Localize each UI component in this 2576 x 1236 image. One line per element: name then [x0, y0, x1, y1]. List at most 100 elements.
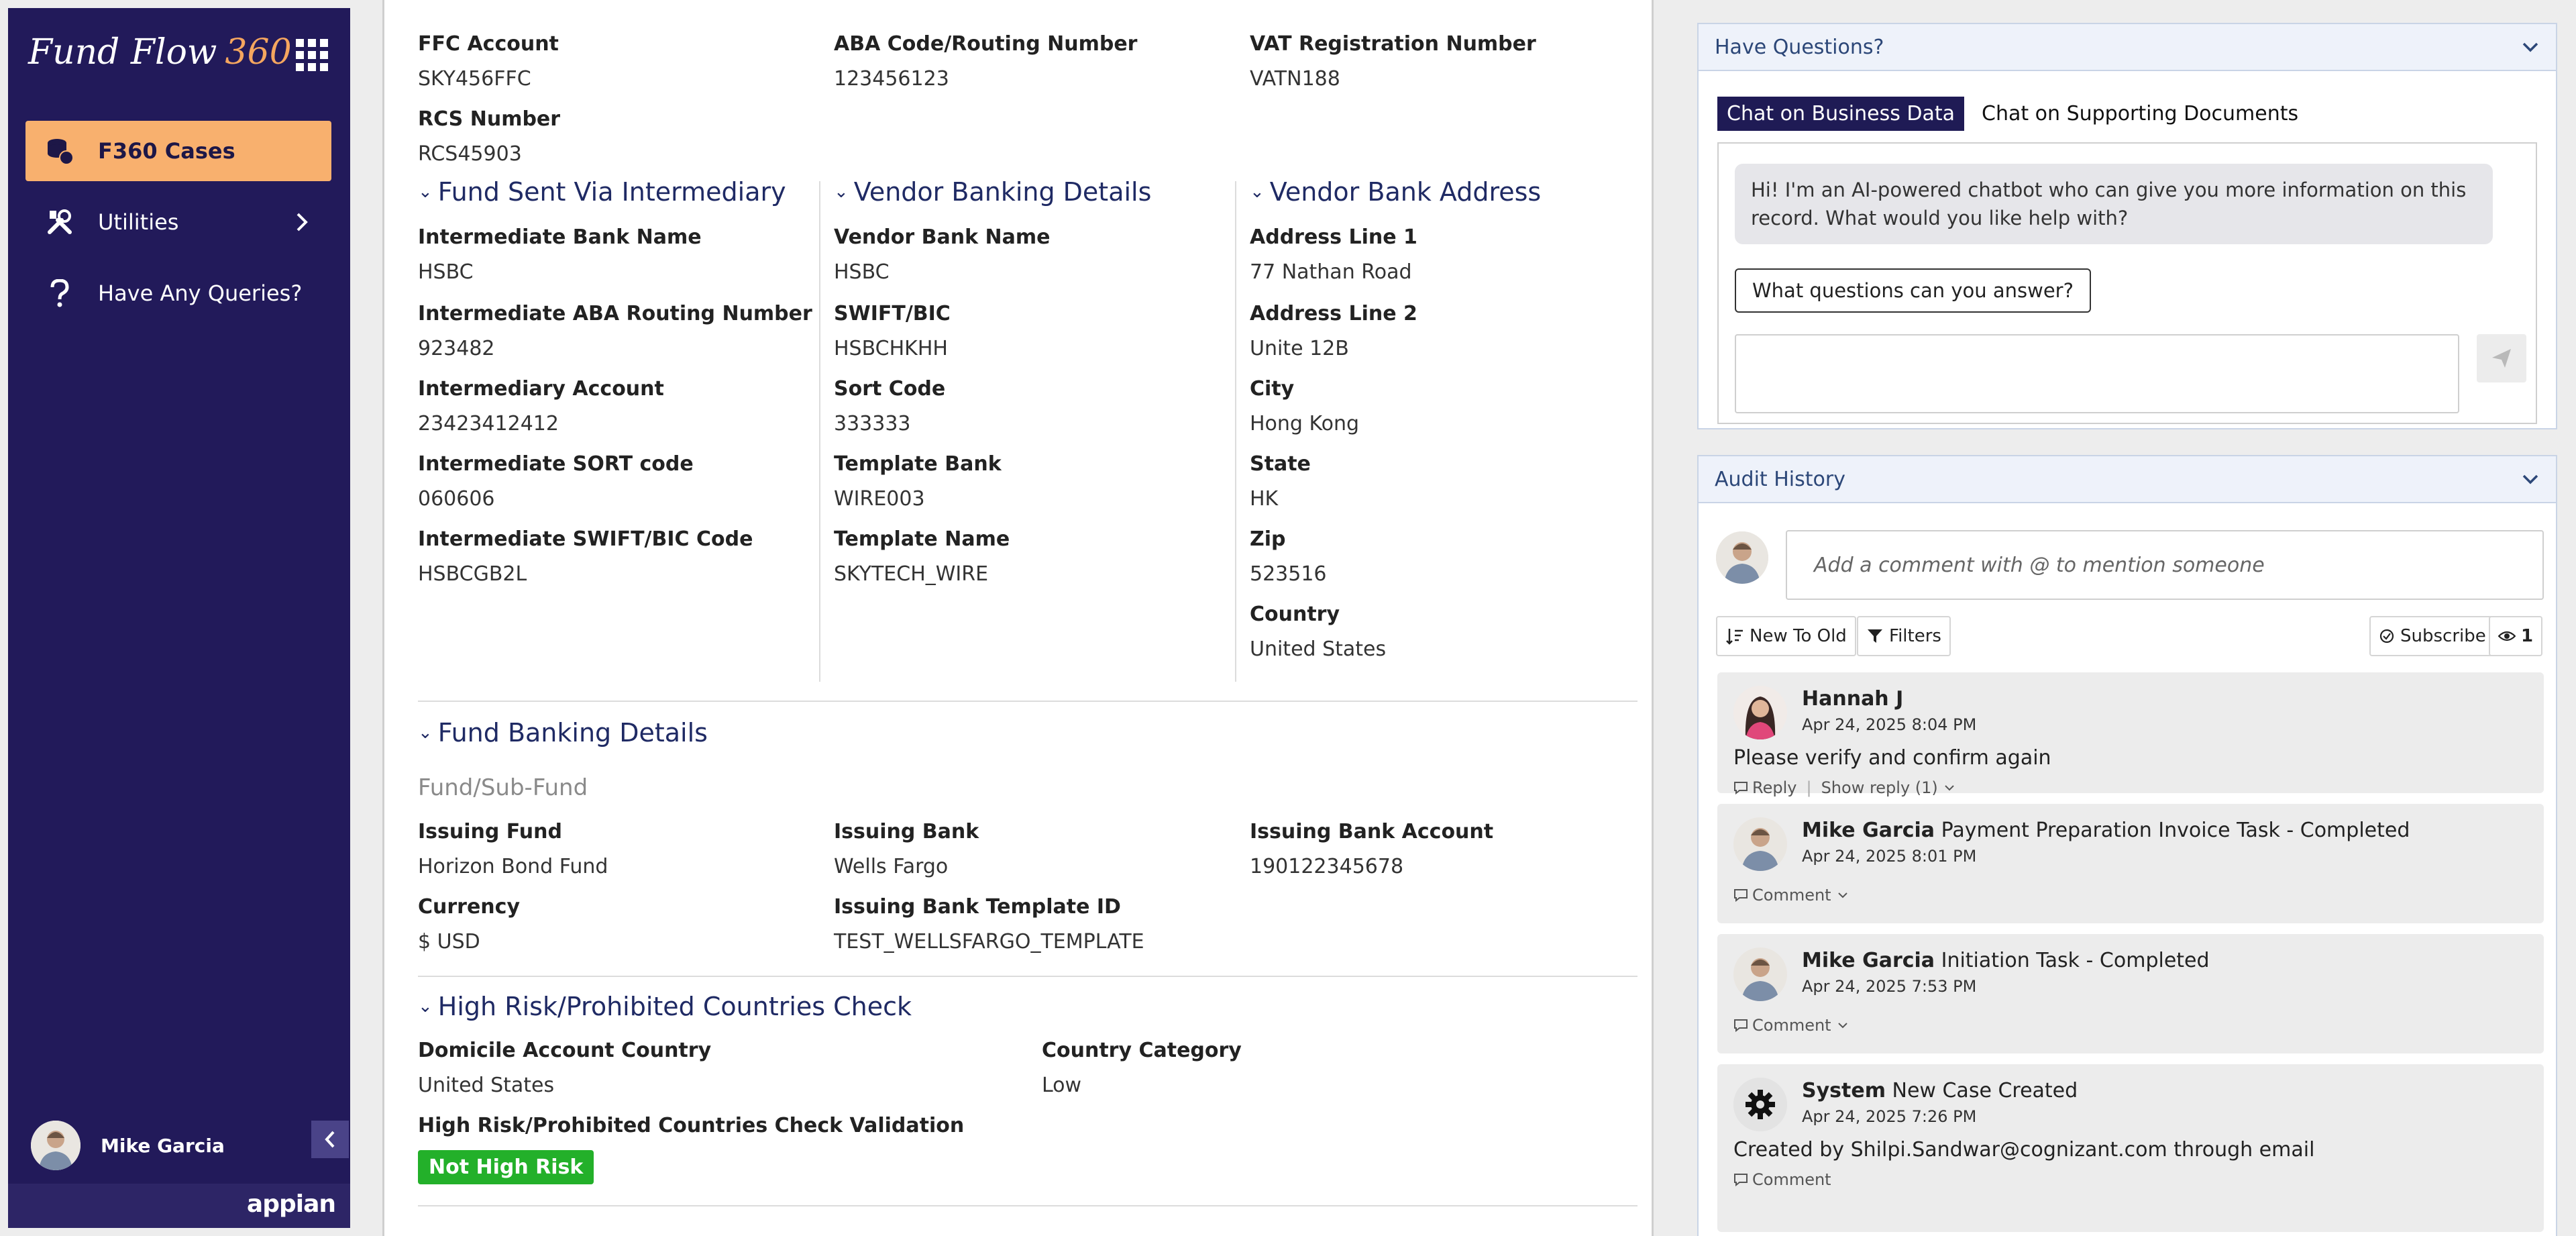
sidebar-item-f360-cases[interactable]: F360 Cases [25, 121, 331, 181]
field-label: Issuing Bank Template ID [834, 895, 1121, 919]
chat-panel: Have Questions? Chat on Business Data Ch… [1697, 23, 2557, 429]
filters-label: Filters [1889, 626, 1941, 646]
app-logo[interactable]: Fund Flow 360 [28, 32, 292, 72]
entry-actions: Reply | Show reply (1) [1733, 778, 1955, 797]
field-value: 923482 [418, 337, 495, 360]
entry-author: Mike Garcia Payment Preparation Invoice … [1802, 819, 2410, 842]
entry-author: Mike Garcia Initiation Task - Completed [1802, 949, 2210, 972]
reply-link[interactable]: Reply [1752, 778, 1796, 797]
field-label: Issuing Fund [418, 820, 562, 843]
watchers-button[interactable]: 1 [2489, 616, 2543, 656]
entry-timestamp: Apr 24, 2025 7:26 PM [1802, 1107, 1977, 1126]
sidebar-item-label: F360 Cases [98, 138, 235, 164]
entry-author: System New Case Created [1802, 1079, 2078, 1102]
status-badge: Not High Risk [418, 1150, 594, 1184]
field-label: State [1250, 452, 1311, 476]
audit-history-panel: Audit History Add a comment with @ to me… [1697, 455, 2557, 1236]
entry-text: Created by Shilpi.Sandwar@cognizant.com … [1733, 1138, 2315, 1162]
field-label: Template Bank [834, 452, 1002, 476]
sidebar-item-have-any-queries[interactable]: Have Any Queries? [25, 263, 331, 323]
audit-entry: System New Case Created Apr 24, 2025 7:2… [1717, 1064, 2544, 1232]
field-label: SWIFT/BIC [834, 302, 951, 325]
field-value: HSBC [834, 260, 890, 284]
section-title: High Risk/Prohibited Countries Check [437, 992, 912, 1021]
field-value: United States [1250, 637, 1387, 661]
field-label: Intermediate ABA Routing Number [418, 302, 812, 325]
author-name: Mike Garcia [1802, 949, 1935, 972]
audit-entry: Hannah J Apr 24, 2025 8:04 PM Please ver… [1717, 672, 2544, 797]
author-name: Mike Garcia [1802, 819, 1935, 842]
section-fund-banking-details[interactable]: ⌄ Fund Banking Details [418, 718, 708, 748]
show-reply-link[interactable]: Show reply (1) [1821, 778, 1938, 797]
tab-chat-supporting-documents[interactable]: Chat on Supporting Documents [1982, 102, 2298, 125]
filter-icon [1868, 629, 1882, 643]
chat-input[interactable] [1735, 334, 2459, 413]
entry-timestamp: Apr 24, 2025 8:01 PM [1802, 847, 1977, 866]
section-vendor-bank-address[interactable]: ⌄ Vendor Bank Address [1250, 177, 1541, 207]
avatar [1733, 817, 1787, 871]
panel-title: Have Questions? [1715, 35, 1884, 59]
field-label: Template Name [834, 527, 1010, 551]
field-label: Issuing Bank [834, 820, 979, 843]
field-value: 060606 [418, 487, 495, 511]
chevron-down-icon[interactable] [2521, 40, 2540, 54]
current-user[interactable]: Mike Garcia [8, 1109, 350, 1182]
field-label: Address Line 1 [1250, 225, 1417, 249]
entry-timestamp: Apr 24, 2025 7:53 PM [1802, 977, 1977, 996]
field-value: Wells Fargo [834, 855, 949, 878]
section-high-risk-check[interactable]: ⌄ High Risk/Prohibited Countries Check [418, 992, 912, 1021]
audit-panel-header[interactable]: Audit History [1699, 456, 2556, 503]
comment-link[interactable]: Comment [1752, 1016, 1831, 1035]
suggestion-button[interactable]: What questions can you answer? [1735, 268, 2091, 313]
panel-title: Audit History [1715, 467, 1845, 491]
field-label: Intermediate Bank Name [418, 225, 702, 249]
field-value: Horizon Bond Fund [418, 855, 608, 878]
field-label: Currency [418, 895, 521, 919]
chevron-right-icon [292, 212, 311, 238]
dollar-icon: $ [418, 930, 431, 954]
chat-panel-header[interactable]: Have Questions? [1699, 24, 2556, 71]
section-title: Vendor Bank Address [1269, 177, 1542, 207]
chevron-down-icon [1837, 1023, 1847, 1029]
chevron-down-icon[interactable] [2521, 472, 2540, 486]
field-value: RCS45903 [418, 142, 522, 166]
chat-tabs: Chat on Business Data Chat on Supporting… [1717, 97, 2298, 131]
send-icon [2492, 349, 2511, 368]
collapse-sidebar-button[interactable] [311, 1121, 349, 1158]
chevron-left-icon [325, 1131, 335, 1148]
field-value: WIRE003 [834, 487, 925, 511]
subscribe-button[interactable]: Subscribe [2369, 616, 2496, 656]
sort-button[interactable]: New To Old [1716, 616, 1856, 656]
entry-actions: Comment [1733, 886, 1849, 905]
section-fund-sent-via-intermediary[interactable]: ⌄ Fund Sent Via Intermediary [418, 177, 786, 207]
comment-input[interactable]: Add a comment with @ to mention someone [1786, 530, 2544, 600]
comment-link[interactable]: Comment [1752, 1170, 1831, 1189]
field-value: USD [437, 930, 480, 954]
field-value: 523516 [1250, 562, 1327, 586]
field-value: VATN188 [1250, 67, 1340, 91]
tools-icon [36, 192, 83, 252]
field-value: Low [1042, 1074, 1082, 1097]
audit-entry: Mike Garcia Payment Preparation Invoice … [1717, 804, 2544, 923]
field-value: United States [418, 1074, 555, 1097]
field-label: Issuing Bank Account [1250, 820, 1494, 843]
field-value: HSBC [418, 260, 474, 284]
field-label: FFC Account [418, 32, 559, 56]
comment-icon [1734, 1019, 1748, 1032]
currency-value: $ USD [418, 930, 480, 954]
send-button[interactable] [2477, 334, 2526, 382]
comment-link[interactable]: Comment [1752, 886, 1831, 905]
comment-icon [1734, 782, 1748, 794]
section-title: Fund Sent Via Intermediary [437, 177, 786, 207]
sidebar-item-label: Have Any Queries? [98, 280, 303, 306]
filters-button[interactable]: Filters [1857, 616, 1951, 656]
section-vendor-banking-details[interactable]: ⌄ Vendor Banking Details [834, 177, 1151, 207]
chevron-down-icon: ⌄ [418, 996, 433, 1017]
sidebar-item-utilities[interactable]: Utilities [25, 192, 331, 252]
entry-timestamp: Apr 24, 2025 8:04 PM [1802, 715, 1977, 734]
field-label: ABA Code/Routing Number [834, 32, 1138, 56]
tab-chat-business-data[interactable]: Chat on Business Data [1717, 97, 1965, 131]
field-label: RCS Number [418, 107, 561, 131]
chat-conversation: Hi! I'm an AI-powered chatbot who can gi… [1717, 142, 2537, 424]
app-grid-icon[interactable] [293, 36, 331, 74]
